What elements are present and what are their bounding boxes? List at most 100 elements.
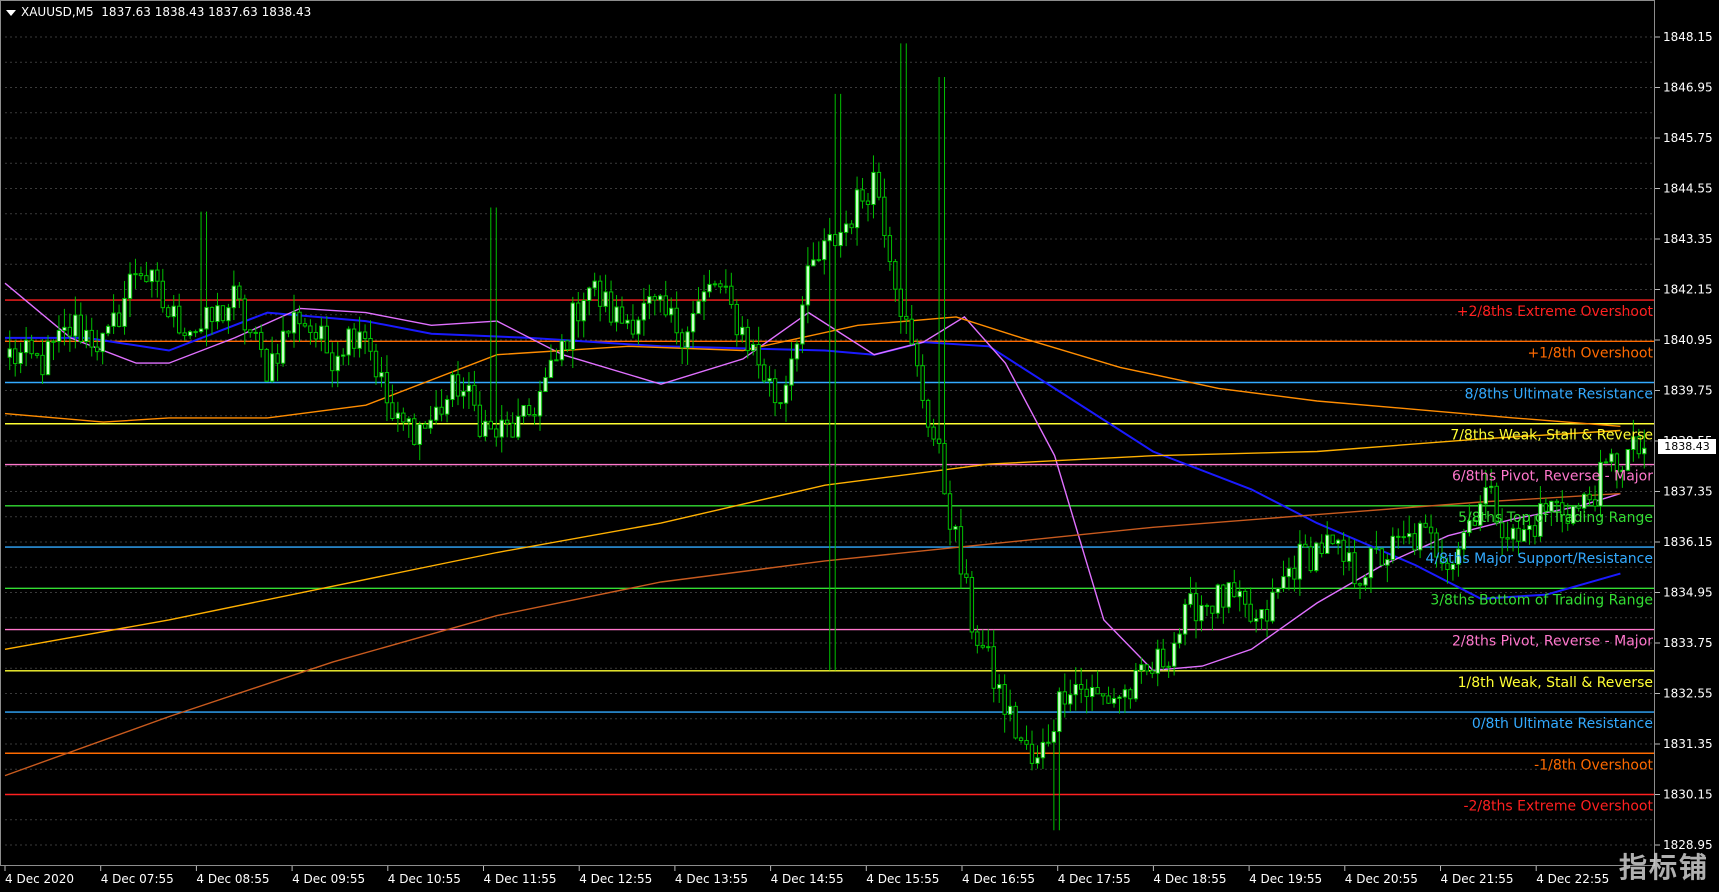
candle-body xyxy=(723,285,729,288)
candle-body xyxy=(297,311,302,325)
candle-body xyxy=(1428,526,1434,534)
candle-body xyxy=(1325,534,1330,554)
candle-body xyxy=(1253,618,1259,622)
candle-body xyxy=(209,306,215,323)
price-tick-label: 1845.75 xyxy=(1663,131,1713,145)
candle-body xyxy=(1013,705,1018,739)
candle-body xyxy=(603,291,608,307)
candle-body xyxy=(532,414,537,417)
collapse-triangle-icon[interactable] xyxy=(6,9,16,16)
candle-body xyxy=(1089,687,1095,698)
candle-body xyxy=(477,404,483,437)
candle-body xyxy=(1341,539,1346,562)
candle-body xyxy=(1505,537,1510,540)
time-tick-label: 4 Dec 14:55 xyxy=(771,872,844,886)
moving-average-gold xyxy=(4,429,1621,650)
candle-body xyxy=(1144,664,1149,672)
candle-body xyxy=(1199,604,1204,622)
candle-body xyxy=(1510,527,1516,540)
candle-body xyxy=(707,283,712,293)
candle-body xyxy=(619,306,625,324)
candle-body xyxy=(1002,684,1007,715)
candle-body xyxy=(368,338,373,352)
murrey-level-label: 8/8ths Ultimate Resistance xyxy=(1465,387,1653,403)
candle-body xyxy=(1286,567,1292,578)
candle-body xyxy=(1554,500,1559,504)
candle-body xyxy=(259,331,264,350)
candle-body xyxy=(854,189,860,229)
candle-body xyxy=(275,353,280,364)
candle-body xyxy=(740,326,745,336)
candle-body xyxy=(942,442,947,495)
candle-body xyxy=(18,352,23,365)
candle-body xyxy=(876,171,882,198)
candle-body xyxy=(565,340,570,351)
candle-body xyxy=(237,285,242,300)
candle-body xyxy=(1516,527,1521,542)
candle-body xyxy=(1576,505,1581,509)
candle-body xyxy=(215,305,220,323)
moving-average-orange xyxy=(4,316,1621,427)
candle-body xyxy=(313,331,319,340)
candle-body xyxy=(280,330,286,364)
candle-body xyxy=(718,283,723,288)
candle-body xyxy=(7,348,12,358)
chart-canvas[interactable]: +2/8ths Extreme Overshoot +1/8th Overshoo… xyxy=(0,0,1719,888)
candle-body xyxy=(1171,642,1177,667)
candle-body xyxy=(658,295,663,301)
candle-body xyxy=(581,300,586,322)
candle-body xyxy=(362,331,368,340)
time-tick-label: 4 Dec 10:55 xyxy=(388,872,461,886)
murrey-level-label: +2/8ths Extreme Overshoot xyxy=(1457,304,1654,320)
candle-body xyxy=(1363,577,1368,586)
candle-body xyxy=(45,340,51,376)
candle-body xyxy=(1335,539,1341,545)
candle-body xyxy=(62,326,67,331)
candle-body xyxy=(226,307,231,322)
time-tick-label: 4 Dec 17:55 xyxy=(1058,872,1131,886)
candle-body xyxy=(357,331,362,349)
candle-body xyxy=(1483,487,1488,505)
candle-body xyxy=(401,412,406,423)
time-tick-label: 4 Dec 07:55 xyxy=(101,872,174,886)
moving-average-blue xyxy=(5,311,1621,600)
candle-body xyxy=(1368,547,1374,579)
time-tick-label: 4 Dec 13:55 xyxy=(675,872,748,886)
candle-body xyxy=(395,412,401,419)
candle-body xyxy=(1226,582,1231,608)
candle-body xyxy=(1057,691,1062,733)
candle-body xyxy=(1609,453,1614,463)
candle-body xyxy=(843,223,849,233)
candle-body xyxy=(969,576,975,633)
symbol-label: XAUUSD,M5 xyxy=(21,5,94,19)
candle-body xyxy=(800,304,805,345)
candle-body xyxy=(1521,529,1527,542)
price-tick-label: 1848.15 xyxy=(1663,30,1713,44)
candle-body xyxy=(1161,648,1166,668)
candle-body xyxy=(248,329,253,334)
trading-chart[interactable]: +2/8ths Extreme Overshoot +1/8th Overshoo… xyxy=(0,0,1719,888)
candle-body xyxy=(652,296,657,301)
candle-body xyxy=(1357,583,1363,586)
candle-body xyxy=(1193,593,1199,622)
candle-body xyxy=(1423,522,1428,528)
candle-body xyxy=(351,328,357,349)
candle-body xyxy=(576,302,581,322)
candle-body xyxy=(1527,525,1532,531)
candle-body xyxy=(444,399,450,415)
candle-body xyxy=(1204,604,1210,607)
candle-body xyxy=(433,406,439,421)
candle-body xyxy=(373,350,379,378)
candle-body xyxy=(73,314,78,337)
candle-body xyxy=(29,339,34,355)
candle-body xyxy=(204,306,209,330)
price-tick-label: 1839.75 xyxy=(1663,384,1713,398)
candle-body xyxy=(980,644,985,648)
candle-body xyxy=(1489,485,1494,489)
candle-body xyxy=(997,684,1002,689)
candle-body xyxy=(669,307,674,316)
candle-body xyxy=(127,273,133,299)
candle-body xyxy=(1111,697,1117,704)
candle-body xyxy=(100,332,105,353)
candle-body xyxy=(871,171,876,205)
